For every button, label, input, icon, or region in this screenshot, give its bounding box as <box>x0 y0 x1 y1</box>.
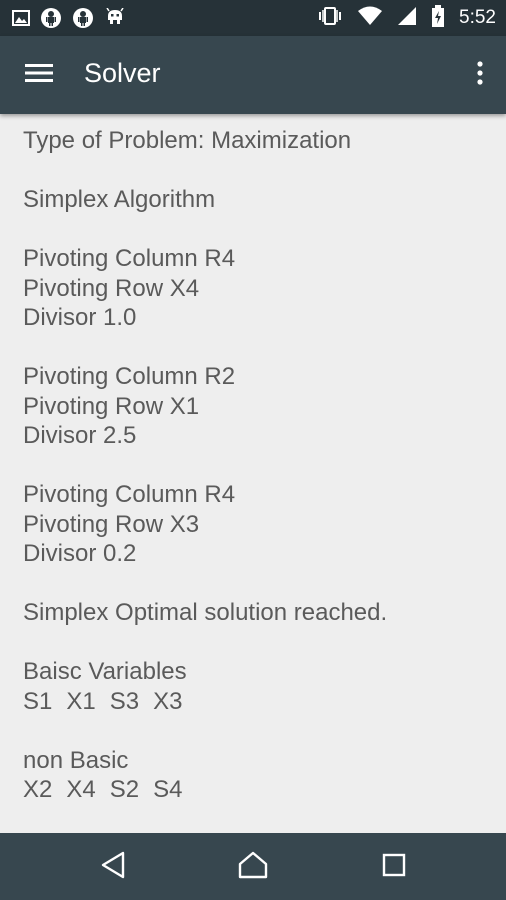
hamburger-menu-icon <box>25 63 53 88</box>
variable: S2 <box>109 776 140 803</box>
pivot-row-text: Pivoting Row X1 <box>23 392 200 420</box>
variable: S3 <box>109 687 140 715</box>
pivot-column-text: Pivoting Column R4 <box>23 245 236 272</box>
iteration-block: Pivoting Column R2 Pivoting Row X1 Divis… <box>23 362 496 451</box>
solution-content: Type of Problem: Maximization Simplex Al… <box>23 126 496 834</box>
signal-icon <box>397 6 417 31</box>
back-button[interactable] <box>85 847 141 887</box>
variable: X2 <box>23 776 53 803</box>
pivot-row-text: Pivoting Row X4 <box>23 274 200 302</box>
debug-icon <box>104 7 126 33</box>
overflow-menu-button[interactable] <box>468 56 492 94</box>
divisor-text: Divisor 2.5 <box>23 422 137 449</box>
divisor-text: Divisor 0.2 <box>23 540 137 567</box>
pivot-row-text: Pivoting Row X3 <box>23 510 200 538</box>
nonbasic-variables-block: non Basic X2 X4 S2 S4 <box>23 746 496 805</box>
battery-charging-icon <box>431 4 445 32</box>
pivot-column-text: Pivoting Column R2 <box>23 363 236 390</box>
android-icon <box>72 7 94 34</box>
nonbasic-variables-list: X2 X4 S2 S4 <box>23 775 496 805</box>
variable: S1 <box>23 687 53 715</box>
iteration-block: Pivoting Column R4 Pivoting Row X4 Divis… <box>23 244 496 333</box>
basic-variables-list: S1 X1 S3 X3 <box>23 687 496 717</box>
recents-button[interactable] <box>366 847 422 887</box>
iteration-block: Pivoting Column R4 Pivoting Row X3 Divis… <box>23 480 496 569</box>
variable: X4 <box>66 776 96 803</box>
home-button[interactable] <box>225 847 281 887</box>
vibrate-icon <box>317 6 343 31</box>
variable: X1 <box>66 687 96 715</box>
page-title: Solver <box>84 58 161 88</box>
nonbasic-variables-label: non Basic <box>23 746 129 774</box>
menu-button[interactable] <box>14 56 64 94</box>
navigation-bar <box>0 833 506 900</box>
more-vert-icon <box>477 60 483 90</box>
android-icon <box>40 7 62 34</box>
variable: X3 <box>153 687 183 715</box>
recents-icon <box>382 853 406 882</box>
variable: S4 <box>153 776 183 803</box>
algorithm-text: Simplex Algorithm <box>23 186 216 213</box>
home-icon <box>238 851 268 884</box>
basic-variables-label: Baisc Variables <box>23 658 187 685</box>
problem-type-text: Type of Problem: Maximization <box>23 127 352 154</box>
back-icon <box>100 851 126 884</box>
pivot-column-text: Pivoting Column R4 <box>23 481 236 508</box>
gallery-icon <box>12 9 30 32</box>
divisor-text: Divisor 1.0 <box>23 304 137 331</box>
wifi-icon <box>357 6 383 31</box>
status-text: Simplex Optimal solution reached. <box>23 599 388 626</box>
status-bar: 5:52 <box>0 0 506 36</box>
basic-variables-block: Baisc Variables S1 X1 S3 X3 <box>23 657 496 716</box>
status-time: 5:52 <box>459 7 496 28</box>
app-bar: Solver <box>0 36 506 114</box>
